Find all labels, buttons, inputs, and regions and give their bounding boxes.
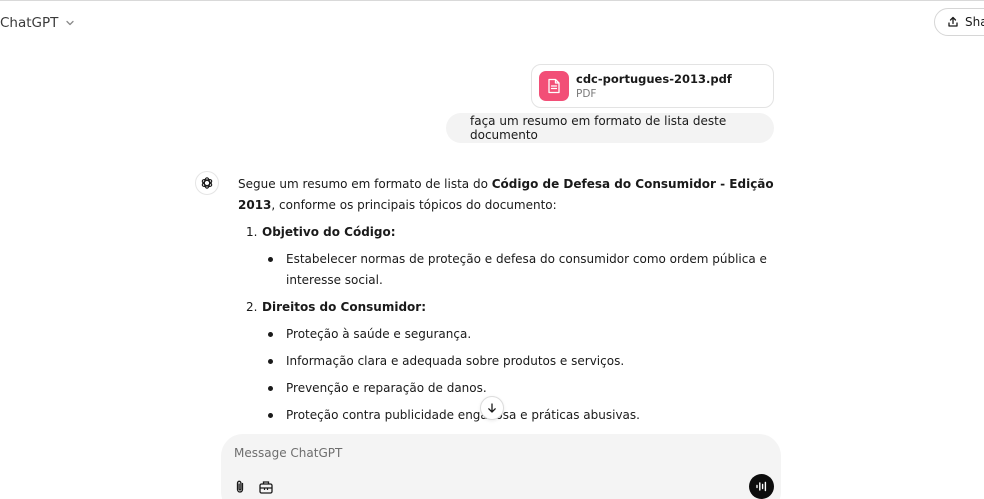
file-icon-tile bbox=[539, 71, 569, 101]
file-name: cdc-portugues-2013.pdf bbox=[576, 71, 732, 86]
section-points: Estabelecer normas de proteção e defesa … bbox=[238, 249, 774, 291]
assistant-intro: Segue um resumo em formato de lista do C… bbox=[238, 174, 774, 216]
share-label: Shar bbox=[965, 15, 984, 29]
section-number: 1. bbox=[246, 225, 258, 239]
message-input[interactable] bbox=[234, 444, 734, 462]
section-colon: : bbox=[421, 300, 427, 314]
list-item: Proteção à saúde e segurança. bbox=[238, 324, 774, 345]
intro-text-start: Segue um resumo em formato de lista do bbox=[238, 177, 492, 191]
list-item: Prevenção e reparação de danos. bbox=[238, 378, 774, 399]
share-icon bbox=[948, 16, 958, 27]
toolbox-icon bbox=[259, 481, 273, 494]
section-points: Proteção à saúde e segurança. Informação… bbox=[238, 324, 774, 426]
chat-window: ChatGPT Shar cdc-portugues-2013.pdf PDF … bbox=[0, 0, 984, 499]
paperclip-icon bbox=[236, 480, 244, 493]
message-composer bbox=[221, 434, 781, 499]
user-message-text: faça um resumo em formato de lista deste… bbox=[470, 114, 727, 142]
summary-section: 2. Direitos do Consumidor: Proteção à sa… bbox=[238, 297, 774, 426]
file-type: PDF bbox=[576, 87, 597, 100]
section-number: 2. bbox=[246, 300, 258, 314]
section-colon: : bbox=[390, 225, 396, 239]
arrow-down-icon bbox=[488, 403, 496, 413]
openai-logo-icon bbox=[201, 177, 213, 189]
voice-mode-button[interactable] bbox=[749, 474, 774, 499]
summary-section: 1. Objetivo do Código: Estabelecer norma… bbox=[238, 222, 774, 291]
chevron-down-icon bbox=[66, 20, 75, 26]
summary-list: 1. Objetivo do Código: Estabelecer norma… bbox=[238, 222, 774, 426]
section-title: Direitos do Consumidor bbox=[262, 300, 422, 314]
share-button[interactable]: Shar bbox=[934, 8, 984, 36]
tools-button[interactable] bbox=[256, 477, 276, 497]
assistant-avatar bbox=[195, 171, 219, 195]
model-switcher[interactable]: ChatGPT bbox=[0, 12, 76, 34]
section-title: Objetivo do Código bbox=[262, 225, 391, 239]
scroll-to-bottom-button[interactable] bbox=[480, 396, 504, 420]
user-message-bubble: faça um resumo em formato de lista deste… bbox=[446, 113, 774, 143]
list-item: Proteção contra publicidade enganosa e p… bbox=[238, 405, 774, 426]
assistant-message: Segue um resumo em formato de lista do C… bbox=[238, 174, 774, 432]
intro-text-end: , conforme os principais tópicos do docu… bbox=[271, 198, 557, 212]
attachment-card[interactable]: cdc-portugues-2013.pdf PDF bbox=[531, 64, 774, 108]
top-divider bbox=[0, 0, 984, 1]
document-icon bbox=[548, 78, 560, 94]
section-heading: 1. Objetivo do Código: bbox=[238, 222, 774, 243]
section-heading: 2. Direitos do Consumidor: bbox=[238, 297, 774, 318]
attach-button[interactable] bbox=[230, 477, 250, 497]
voice-waveform-icon bbox=[756, 481, 767, 492]
list-item: Informação clara e adequada sobre produt… bbox=[238, 351, 774, 372]
model-name: ChatGPT bbox=[0, 15, 59, 31]
list-item: Estabelecer normas de proteção e defesa … bbox=[238, 249, 774, 291]
